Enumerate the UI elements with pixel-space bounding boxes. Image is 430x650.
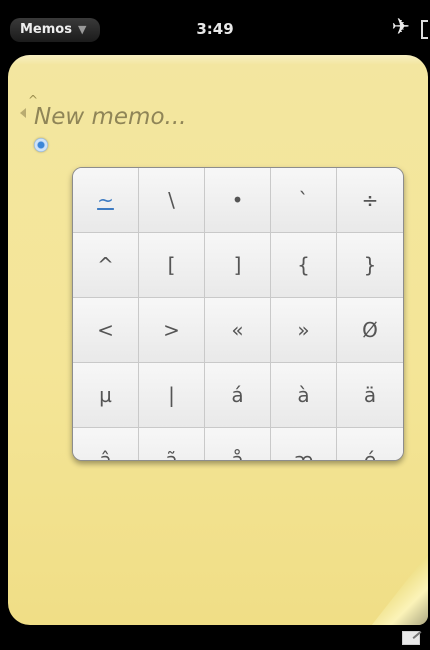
symbol-key-left-bracket[interactable]: [ [139, 233, 205, 298]
page-curl-icon[interactable] [371, 552, 428, 625]
cursor-handle[interactable] [34, 138, 48, 152]
bottom-bar [0, 625, 430, 650]
symbol-key-left-guillemet[interactable]: « [205, 298, 271, 363]
symbol-key-ae[interactable]: æ [271, 428, 337, 460]
symbol-key-bullet[interactable]: • [205, 168, 271, 233]
symbol-key-a-acute[interactable]: á [205, 363, 271, 428]
symbol-key-greater-than[interactable]: > [139, 298, 205, 363]
symbol-key-left-brace[interactable]: { [271, 233, 337, 298]
symbol-key-caret[interactable]: ^ [73, 233, 139, 298]
symbol-key-right-bracket[interactable]: ] [205, 233, 271, 298]
new-memo-icon[interactable] [402, 631, 420, 645]
symbol-key-divide[interactable]: ÷ [337, 168, 403, 233]
symbol-key-tilde[interactable]: ~ [73, 168, 139, 233]
symbol-key-less-than[interactable]: < [73, 298, 139, 363]
symbol-picker[interactable]: ~ \ • ` ÷ ^ [ ] { } < > « » Ø µ | á à ä … [72, 167, 404, 461]
symbol-key-right-guillemet[interactable]: » [271, 298, 337, 363]
symbol-key-right-brace[interactable]: } [337, 233, 403, 298]
clock: 3:49 [196, 20, 234, 38]
symbol-key-a-circumflex[interactable]: â [73, 428, 139, 460]
battery-icon [421, 20, 428, 39]
memo-highlight [8, 55, 428, 65]
symbol-key-pipe[interactable]: | [139, 363, 205, 428]
symbol-grid: ~ \ • ` ÷ ^ [ ] { } < > « » Ø µ | á à ä … [73, 168, 403, 460]
airplane-icon: ✈ [391, 15, 410, 40]
symbol-key-a-ring[interactable]: å [205, 428, 271, 460]
symbol-key-a-umlaut[interactable]: ä [337, 363, 403, 428]
symbol-key-backslash[interactable]: \ [139, 168, 205, 233]
status-bar: Memos ▼ 3:49 ✈ [0, 0, 430, 46]
cursor-arrow-icon [20, 108, 26, 118]
symbol-key-a-grave[interactable]: à [271, 363, 337, 428]
symbol-key-a-tilde[interactable]: ã [139, 428, 205, 460]
symbol-key-o-slash[interactable]: Ø [337, 298, 403, 363]
symbol-key-e-acute[interactable]: é [337, 428, 403, 460]
memo-text-input[interactable] [34, 100, 394, 134]
symbol-key-grave[interactable]: ` [271, 168, 337, 233]
symbol-key-micro[interactable]: µ [73, 363, 139, 428]
